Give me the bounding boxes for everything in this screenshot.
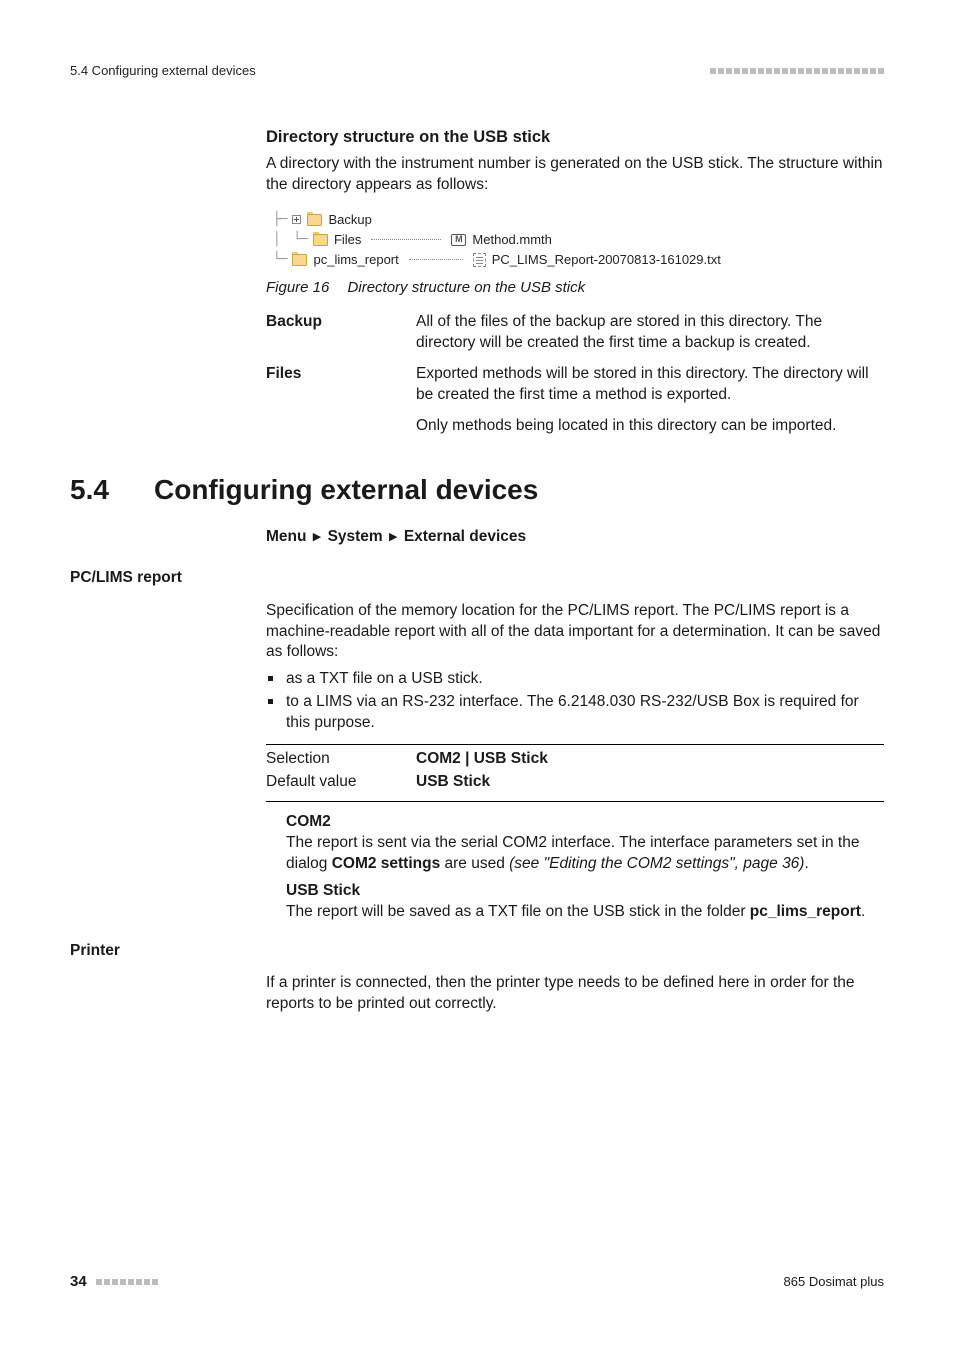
breadcrumb-external-devices: External devices	[404, 528, 526, 545]
folder-icon	[313, 234, 328, 246]
page-footer: 34 865 Dosimat plus	[70, 1272, 884, 1292]
tree-file-method: Method.mmth	[472, 230, 551, 250]
com2-body: The report is sent via the serial COM2 i…	[286, 833, 884, 875]
tree-expand-icon	[292, 215, 301, 224]
selection-row: Selection COM2 | USB Stick	[266, 749, 884, 770]
pclims-intro: Specification of the memory location for…	[266, 601, 884, 664]
breadcrumb-system: System	[328, 528, 383, 545]
divider	[266, 744, 884, 745]
definition-body-backup: All of the files of the backup are store…	[416, 312, 884, 354]
section-number: 5.4	[70, 471, 154, 509]
directory-tree-figure: ├─ Backup │ └─ Files M Method.mmth └─	[266, 210, 884, 270]
selection-value: COM2 | USB Stick	[416, 749, 884, 770]
breadcrumb-menu: Menu	[266, 528, 306, 545]
folder-icon	[307, 214, 322, 226]
definition-backup: Backup All of the files of the backup ar…	[266, 312, 884, 354]
com2-description: COM2 The report is sent via the serial C…	[286, 812, 884, 875]
definition-body-files-2: Only methods being located in this direc…	[416, 416, 884, 437]
definition-term-files: Files	[266, 364, 416, 385]
tree-file-report: PC_LIMS_Report-20070813-161029.txt	[492, 250, 721, 270]
list-item: to a LIMS via an RS-232 interface. The 6…	[286, 692, 884, 734]
printer-label: Printer	[70, 941, 884, 962]
figure-label: Figure 16	[266, 279, 329, 296]
com2-lead: COM2	[286, 812, 884, 833]
divider	[266, 801, 884, 802]
usb-stick-description: USB Stick The report will be saved as a …	[286, 881, 884, 923]
header-ornament-dots	[710, 68, 884, 74]
folder-icon	[292, 254, 307, 266]
method-file-icon: M	[451, 234, 466, 246]
section-heading: 5.4Configuring external devices	[70, 471, 884, 509]
default-value-row: Default value USB Stick	[266, 772, 884, 793]
breadcrumb-separator-icon: ▶	[313, 530, 321, 545]
default-key: Default value	[266, 772, 416, 793]
running-header: 5.4 Configuring external devices	[70, 62, 884, 80]
breadcrumb-separator-icon: ▶	[389, 530, 397, 545]
default-value: USB Stick	[416, 772, 884, 793]
printer-intro: If a printer is connected, then the prin…	[266, 973, 884, 1015]
tree-folder-backup: Backup	[328, 210, 371, 230]
usb-lead: USB Stick	[286, 881, 884, 902]
pclims-label: PC/LIMS report	[70, 568, 884, 589]
figure-caption-text: Directory structure on the USB stick	[348, 279, 586, 296]
footer-product: 865 Dosimat plus	[784, 1273, 884, 1291]
list-item: as a TXT file on a USB stick.	[286, 669, 884, 690]
text-file-icon	[473, 253, 486, 267]
tree-folder-pclims: pc_lims_report	[313, 250, 398, 270]
selection-key: Selection	[266, 749, 416, 770]
definition-body-files-1: Exported methods will be stored in this …	[416, 364, 884, 406]
usb-body: The report will be saved as a TXT file o…	[286, 902, 884, 923]
figure-caption: Figure 16 Directory structure on the USB…	[266, 278, 884, 298]
section-title: Configuring external devices	[154, 474, 538, 505]
definition-files: Files Exported methods will be stored in…	[266, 364, 884, 437]
com2-xref: (see "Editing the COM2 settings", page 3…	[509, 855, 804, 872]
pclims-options-list: as a TXT file on a USB stick. to a LIMS …	[266, 669, 884, 734]
footer-ornament-dots	[96, 1279, 158, 1285]
menu-path-breadcrumb: Menu ▶ System ▶ External devices	[266, 527, 884, 548]
tree-folder-files: Files	[334, 230, 361, 250]
header-section-ref: 5.4 Configuring external devices	[70, 62, 256, 80]
usb-stick-heading: Directory structure on the USB stick	[266, 126, 884, 148]
usb-stick-intro: A directory with the instrument number i…	[266, 154, 884, 196]
definition-term-backup: Backup	[266, 312, 416, 333]
page-number: 34	[70, 1273, 87, 1290]
footer-left: 34	[70, 1272, 158, 1292]
